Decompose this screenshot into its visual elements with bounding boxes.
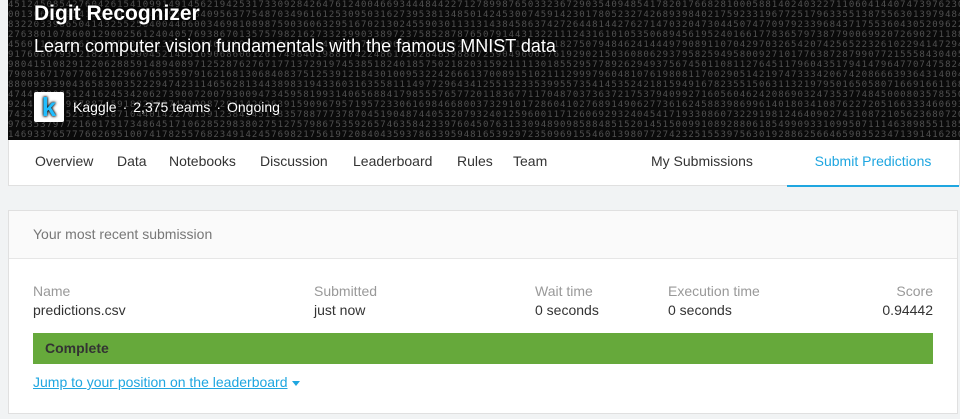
score-label: Score <box>896 283 933 299</box>
tab-overview[interactable]: Overview <box>35 140 93 185</box>
competition-meta: k Kaggle · 2,375 teams · Ongoing <box>34 92 280 122</box>
competition-subtitle: Learn computer vision fundamentals with … <box>34 36 556 56</box>
host-name[interactable]: Kaggle <box>73 99 117 115</box>
wait-time-label: Wait time <box>535 283 593 299</box>
wait-time-column: Wait time 0 seconds <box>535 283 599 318</box>
score-column: Score 0.94442 <box>882 283 933 318</box>
tab-team[interactable]: Team <box>513 140 547 185</box>
tab-rules[interactable]: Rules <box>457 140 493 185</box>
wait-time-value: 0 seconds <box>535 302 599 318</box>
name-column: Name predictions.csv <box>33 283 126 318</box>
tab-notebooks[interactable]: Notebooks <box>169 140 236 185</box>
card-heading: Your most recent submission <box>9 211 957 259</box>
execution-time-label: Execution time <box>668 283 760 299</box>
status-complete-bar: Complete <box>33 333 933 364</box>
caret-down-icon <box>291 380 300 386</box>
competition-status: Ongoing <box>227 99 280 115</box>
competition-header: 4512450854276042615410991491456219425317… <box>8 0 960 140</box>
tab-my-submissions[interactable]: My Submissions <box>651 140 753 185</box>
team-count: 2,375 teams <box>133 99 211 115</box>
execution-time-column: Execution time 0 seconds <box>668 283 760 318</box>
meta-separator: · <box>122 99 128 115</box>
name-label: Name <box>33 283 71 299</box>
name-value: predictions.csv <box>33 302 126 318</box>
submitted-label: Submitted <box>314 283 378 299</box>
submitted-column: Submitted just now <box>314 283 377 318</box>
tab-submit-predictions[interactable]: Submit Predictions <box>787 140 959 187</box>
jump-to-leaderboard-link[interactable]: Jump to your position on the leaderboard <box>33 374 300 390</box>
score-value: 0.94442 <box>882 302 933 318</box>
submission-details: Name predictions.csv Submitted just now … <box>9 283 957 323</box>
tab-discussion[interactable]: Discussion <box>260 140 328 185</box>
tab-leaderboard[interactable]: Leaderboard <box>353 140 432 185</box>
tab-data[interactable]: Data <box>117 140 147 185</box>
submitted-value: just now <box>314 302 366 318</box>
competition-nav: Overview Data Notebooks Discussion Leade… <box>8 140 960 187</box>
meta-separator: · <box>216 99 221 115</box>
execution-time-value: 0 seconds <box>668 302 732 318</box>
competition-title: Digit Recognizer <box>34 2 200 25</box>
kaggle-logo-icon[interactable]: k <box>34 92 64 122</box>
recent-submission-card: Your most recent submission Name predict… <box>8 210 958 414</box>
